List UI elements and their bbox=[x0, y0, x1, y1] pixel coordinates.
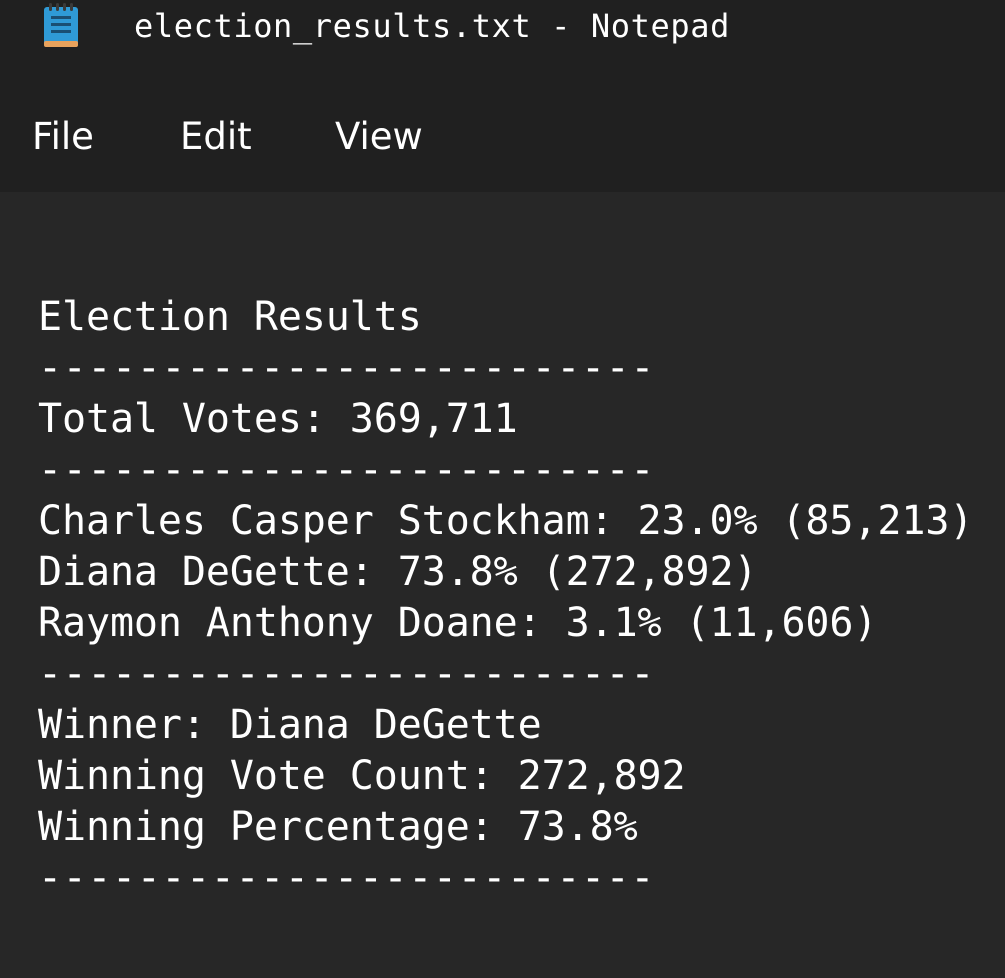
notepad-icon bbox=[42, 3, 82, 49]
menu-edit[interactable]: Edit bbox=[180, 112, 252, 162]
winning-percentage-line: Winning Percentage: 73.8% bbox=[38, 804, 638, 850]
separator-line: ------------------------- bbox=[38, 447, 656, 493]
menu-view[interactable]: View bbox=[335, 112, 423, 162]
candidate-line: Raymon Anthony Doane: 3.1% (11,606) bbox=[38, 600, 878, 646]
winner-line: Winner: Diana DeGette bbox=[38, 702, 542, 748]
separator-line: ------------------------- bbox=[38, 855, 656, 901]
winning-vote-count-line: Winning Vote Count: 272,892 bbox=[38, 753, 686, 799]
doc-heading: Election Results bbox=[38, 294, 422, 340]
total-votes-line: Total Votes: 369,711 bbox=[38, 396, 518, 442]
document-text[interactable]: Election Results -----------------------… bbox=[38, 292, 998, 904]
candidate-line: Charles Casper Stockham: 23.0% (85,213) bbox=[38, 498, 974, 544]
candidate-line: Diana DeGette: 73.8% (272,892) bbox=[38, 549, 758, 595]
window-title: election_results.txt - Notepad bbox=[134, 7, 730, 45]
menu-bar: File Edit View bbox=[0, 80, 1005, 192]
menu-file[interactable]: File bbox=[32, 112, 94, 162]
text-editor[interactable]: Election Results -----------------------… bbox=[0, 192, 1005, 978]
title-bar: election_results.txt - Notepad bbox=[0, 0, 1005, 80]
separator-line: ------------------------- bbox=[38, 651, 656, 697]
separator-line: ------------------------- bbox=[38, 345, 656, 391]
